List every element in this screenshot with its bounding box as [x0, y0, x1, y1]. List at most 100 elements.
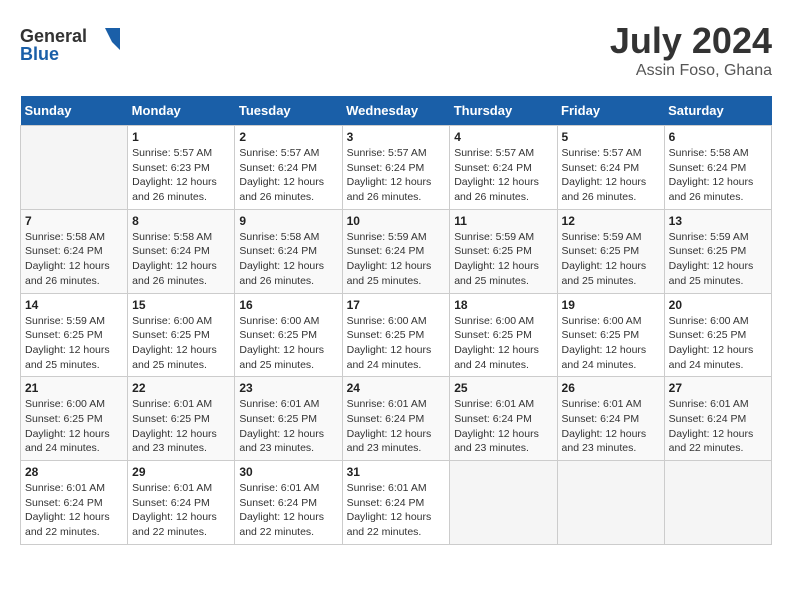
calendar-cell: [664, 461, 771, 545]
day-number: 25: [454, 381, 552, 395]
calendar-cell: 2Sunrise: 5:57 AMSunset: 6:24 PMDaylight…: [235, 126, 342, 210]
calendar-cell: 26 Sunrise: 6:01 AMSunset: 6:24 PMDayligh…: [557, 377, 664, 461]
day-info: Sunrise: 6:00 AMSunset: 6:25 PMDaylight:…: [347, 314, 446, 373]
logo-general: General Blue: [20, 52, 130, 69]
day-number: 17: [347, 298, 446, 312]
day-info: Sunrise: 6:01 AMSunset: 6:24 PMDaylight:…: [454, 397, 552, 456]
calendar-cell: 8 Sunrise: 5:58 AMSunset: 6:24 PMDaylight…: [128, 209, 235, 293]
calendar-cell: 16 Sunrise: 6:00 AMSunset: 6:25 PMDayligh…: [235, 293, 342, 377]
day-number: 15: [132, 298, 230, 312]
location-subtitle: Assin Foso, Ghana: [610, 62, 772, 80]
day-number: 6: [669, 130, 767, 144]
week-row-1: 1 Sunrise: 5:57 AMSunset: 6:23 PMDaylight…: [21, 126, 772, 210]
day-header-wednesday: Wednesday: [342, 96, 450, 126]
day-number: 10: [347, 214, 446, 228]
day-header-tuesday: Tuesday: [235, 96, 342, 126]
calendar-cell: 19Sunrise: 6:00 AMSunset: 6:25 PMDayligh…: [557, 293, 664, 377]
day-number: 28: [25, 465, 123, 479]
calendar-cell: 10Sunrise: 5:59 AMSunset: 6:24 PMDayligh…: [342, 209, 450, 293]
day-info: Sunrise: 6:00 AMSunset: 6:25 PMDaylight:…: [454, 314, 552, 373]
calendar-cell: 4 Sunrise: 5:57 AMSunset: 6:24 PMDaylight…: [450, 126, 557, 210]
calendar-cell: 24Sunrise: 6:01 AMSunset: 6:24 PMDayligh…: [342, 377, 450, 461]
day-info: Sunrise: 6:01 AMSunset: 6:24 PMDaylight:…: [347, 397, 446, 456]
day-number: 1: [132, 130, 230, 144]
calendar-cell: 12 Sunrise: 5:59 AMSunset: 6:25 PMDayligh…: [557, 209, 664, 293]
day-info: Sunrise: 5:58 AMSunset: 6:24 PMDaylight:…: [132, 230, 230, 289]
day-info: Sunrise: 6:01 AMSunset: 6:25 PMDaylight:…: [239, 397, 337, 456]
day-number: 29: [132, 465, 230, 479]
day-number: 26: [562, 381, 660, 395]
day-info: Sunrise: 6:00 AMSunset: 6:25 PMDaylight:…: [132, 314, 230, 373]
week-row-5: 28 Sunrise: 6:01 AMSunset: 6:24 PMDayligh…: [21, 461, 772, 545]
day-number: 22: [132, 381, 230, 395]
day-number: 23: [239, 381, 337, 395]
day-info: Sunrise: 6:01 AMSunset: 6:25 PMDaylight:…: [132, 397, 230, 456]
day-info: Sunrise: 5:58 AMSunset: 6:24 PMDaylight:…: [669, 146, 767, 205]
calendar-cell: 15 Sunrise: 6:00 AMSunset: 6:25 PMDayligh…: [128, 293, 235, 377]
calendar-cell: [450, 461, 557, 545]
day-number: 16: [239, 298, 337, 312]
day-info: Sunrise: 6:00 AMSunset: 6:25 PMDaylight:…: [669, 314, 767, 373]
day-info: Sunrise: 5:57 AMSunset: 6:24 PMDaylight:…: [239, 146, 337, 205]
day-info: Sunrise: 5:57 AMSunset: 6:24 PMDaylight:…: [454, 146, 552, 205]
week-row-3: 14 Sunrise: 5:59 AMSunset: 6:25 PMDayligh…: [21, 293, 772, 377]
day-number: 8: [132, 214, 230, 228]
day-header-saturday: Saturday: [664, 96, 771, 126]
week-row-4: 21 Sunrise: 6:00 AMSunset: 6:25 PMDayligh…: [21, 377, 772, 461]
calendar-cell: 3 Sunrise: 5:57 AMSunset: 6:24 PMDaylight…: [342, 126, 450, 210]
day-info: Sunrise: 6:01 AMSunset: 6:24 PMDaylight:…: [562, 397, 660, 456]
week-row-2: 7 Sunrise: 5:58 AMSunset: 6:24 PMDaylight…: [21, 209, 772, 293]
day-info: Sunrise: 6:01 AMSunset: 6:24 PMDaylight:…: [25, 481, 123, 540]
calendar-cell: 20Sunrise: 6:00 AMSunset: 6:25 PMDayligh…: [664, 293, 771, 377]
day-number: 12: [562, 214, 660, 228]
day-number: 11: [454, 214, 552, 228]
day-header-friday: Friday: [557, 96, 664, 126]
day-info: Sunrise: 6:00 AMSunset: 6:25 PMDaylight:…: [25, 397, 123, 456]
day-info: Sunrise: 5:58 AMSunset: 6:24 PMDaylight:…: [239, 230, 337, 289]
day-info: Sunrise: 5:57 AMSunset: 6:24 PMDaylight:…: [347, 146, 446, 205]
calendar-cell: 18Sunrise: 6:00 AMSunset: 6:25 PMDayligh…: [450, 293, 557, 377]
day-info: Sunrise: 5:58 AMSunset: 6:24 PMDaylight:…: [25, 230, 123, 289]
calendar-cell: 22 Sunrise: 6:01 AMSunset: 6:25 PMDayligh…: [128, 377, 235, 461]
calendar-cell: 28 Sunrise: 6:01 AMSunset: 6:24 PMDayligh…: [21, 461, 128, 545]
day-number: 5: [562, 130, 660, 144]
calendar-cell: 6 Sunrise: 5:58 AMSunset: 6:24 PMDaylight…: [664, 126, 771, 210]
calendar-cell: 30Sunrise: 6:01 AMSunset: 6:24 PMDayligh…: [235, 461, 342, 545]
day-number: 9: [239, 214, 337, 228]
calendar-table: SundayMondayTuesdayWednesdayThursdayFrid…: [20, 96, 772, 545]
calendar-cell: 1 Sunrise: 5:57 AMSunset: 6:23 PMDaylight…: [128, 126, 235, 210]
day-number: 14: [25, 298, 123, 312]
day-info: Sunrise: 5:59 AMSunset: 6:25 PMDaylight:…: [454, 230, 552, 289]
calendar-cell: [21, 126, 128, 210]
day-number: 31: [347, 465, 446, 479]
day-number: 4: [454, 130, 552, 144]
day-info: Sunrise: 6:00 AMSunset: 6:25 PMDaylight:…: [239, 314, 337, 373]
day-info: Sunrise: 5:59 AMSunset: 6:25 PMDaylight:…: [562, 230, 660, 289]
day-number: 27: [669, 381, 767, 395]
calendar-cell: 13Sunrise: 5:59 AMSunset: 6:25 PMDayligh…: [664, 209, 771, 293]
day-info: Sunrise: 6:01 AMSunset: 6:24 PMDaylight:…: [239, 481, 337, 540]
header: General Blue July 2024 Assin Foso, Ghana: [20, 20, 772, 80]
day-info: Sunrise: 5:57 AMSunset: 6:23 PMDaylight:…: [132, 146, 230, 205]
day-info: Sunrise: 5:59 AMSunset: 6:25 PMDaylight:…: [25, 314, 123, 373]
day-header-sunday: Sunday: [21, 96, 128, 126]
calendar-cell: 11 Sunrise: 5:59 AMSunset: 6:25 PMDayligh…: [450, 209, 557, 293]
calendar-cell: 9 Sunrise: 5:58 AMSunset: 6:24 PMDaylight…: [235, 209, 342, 293]
svg-text:Blue: Blue: [20, 44, 59, 64]
day-number: 3: [347, 130, 446, 144]
calendar-cell: 21 Sunrise: 6:00 AMSunset: 6:25 PMDayligh…: [21, 377, 128, 461]
day-info: Sunrise: 6:01 AMSunset: 6:24 PMDaylight:…: [669, 397, 767, 456]
day-number: 21: [25, 381, 123, 395]
logo-text: General Blue: [20, 20, 130, 70]
day-number: 7: [25, 214, 123, 228]
calendar-cell: [557, 461, 664, 545]
header-row: SundayMondayTuesdayWednesdayThursdayFrid…: [21, 96, 772, 126]
calendar-cell: 27 Sunrise: 6:01 AMSunset: 6:24 PMDayligh…: [664, 377, 771, 461]
calendar-cell: 17 Sunrise: 6:00 AMSunset: 6:25 PMDayligh…: [342, 293, 450, 377]
day-number: 13: [669, 214, 767, 228]
svg-text:General: General: [20, 26, 87, 46]
calendar-cell: 25 Sunrise: 6:01 AMSunset: 6:24 PMDayligh…: [450, 377, 557, 461]
day-info: Sunrise: 6:01 AMSunset: 6:24 PMDaylight:…: [132, 481, 230, 540]
day-info: Sunrise: 5:57 AMSunset: 6:24 PMDaylight:…: [562, 146, 660, 205]
day-header-monday: Monday: [128, 96, 235, 126]
